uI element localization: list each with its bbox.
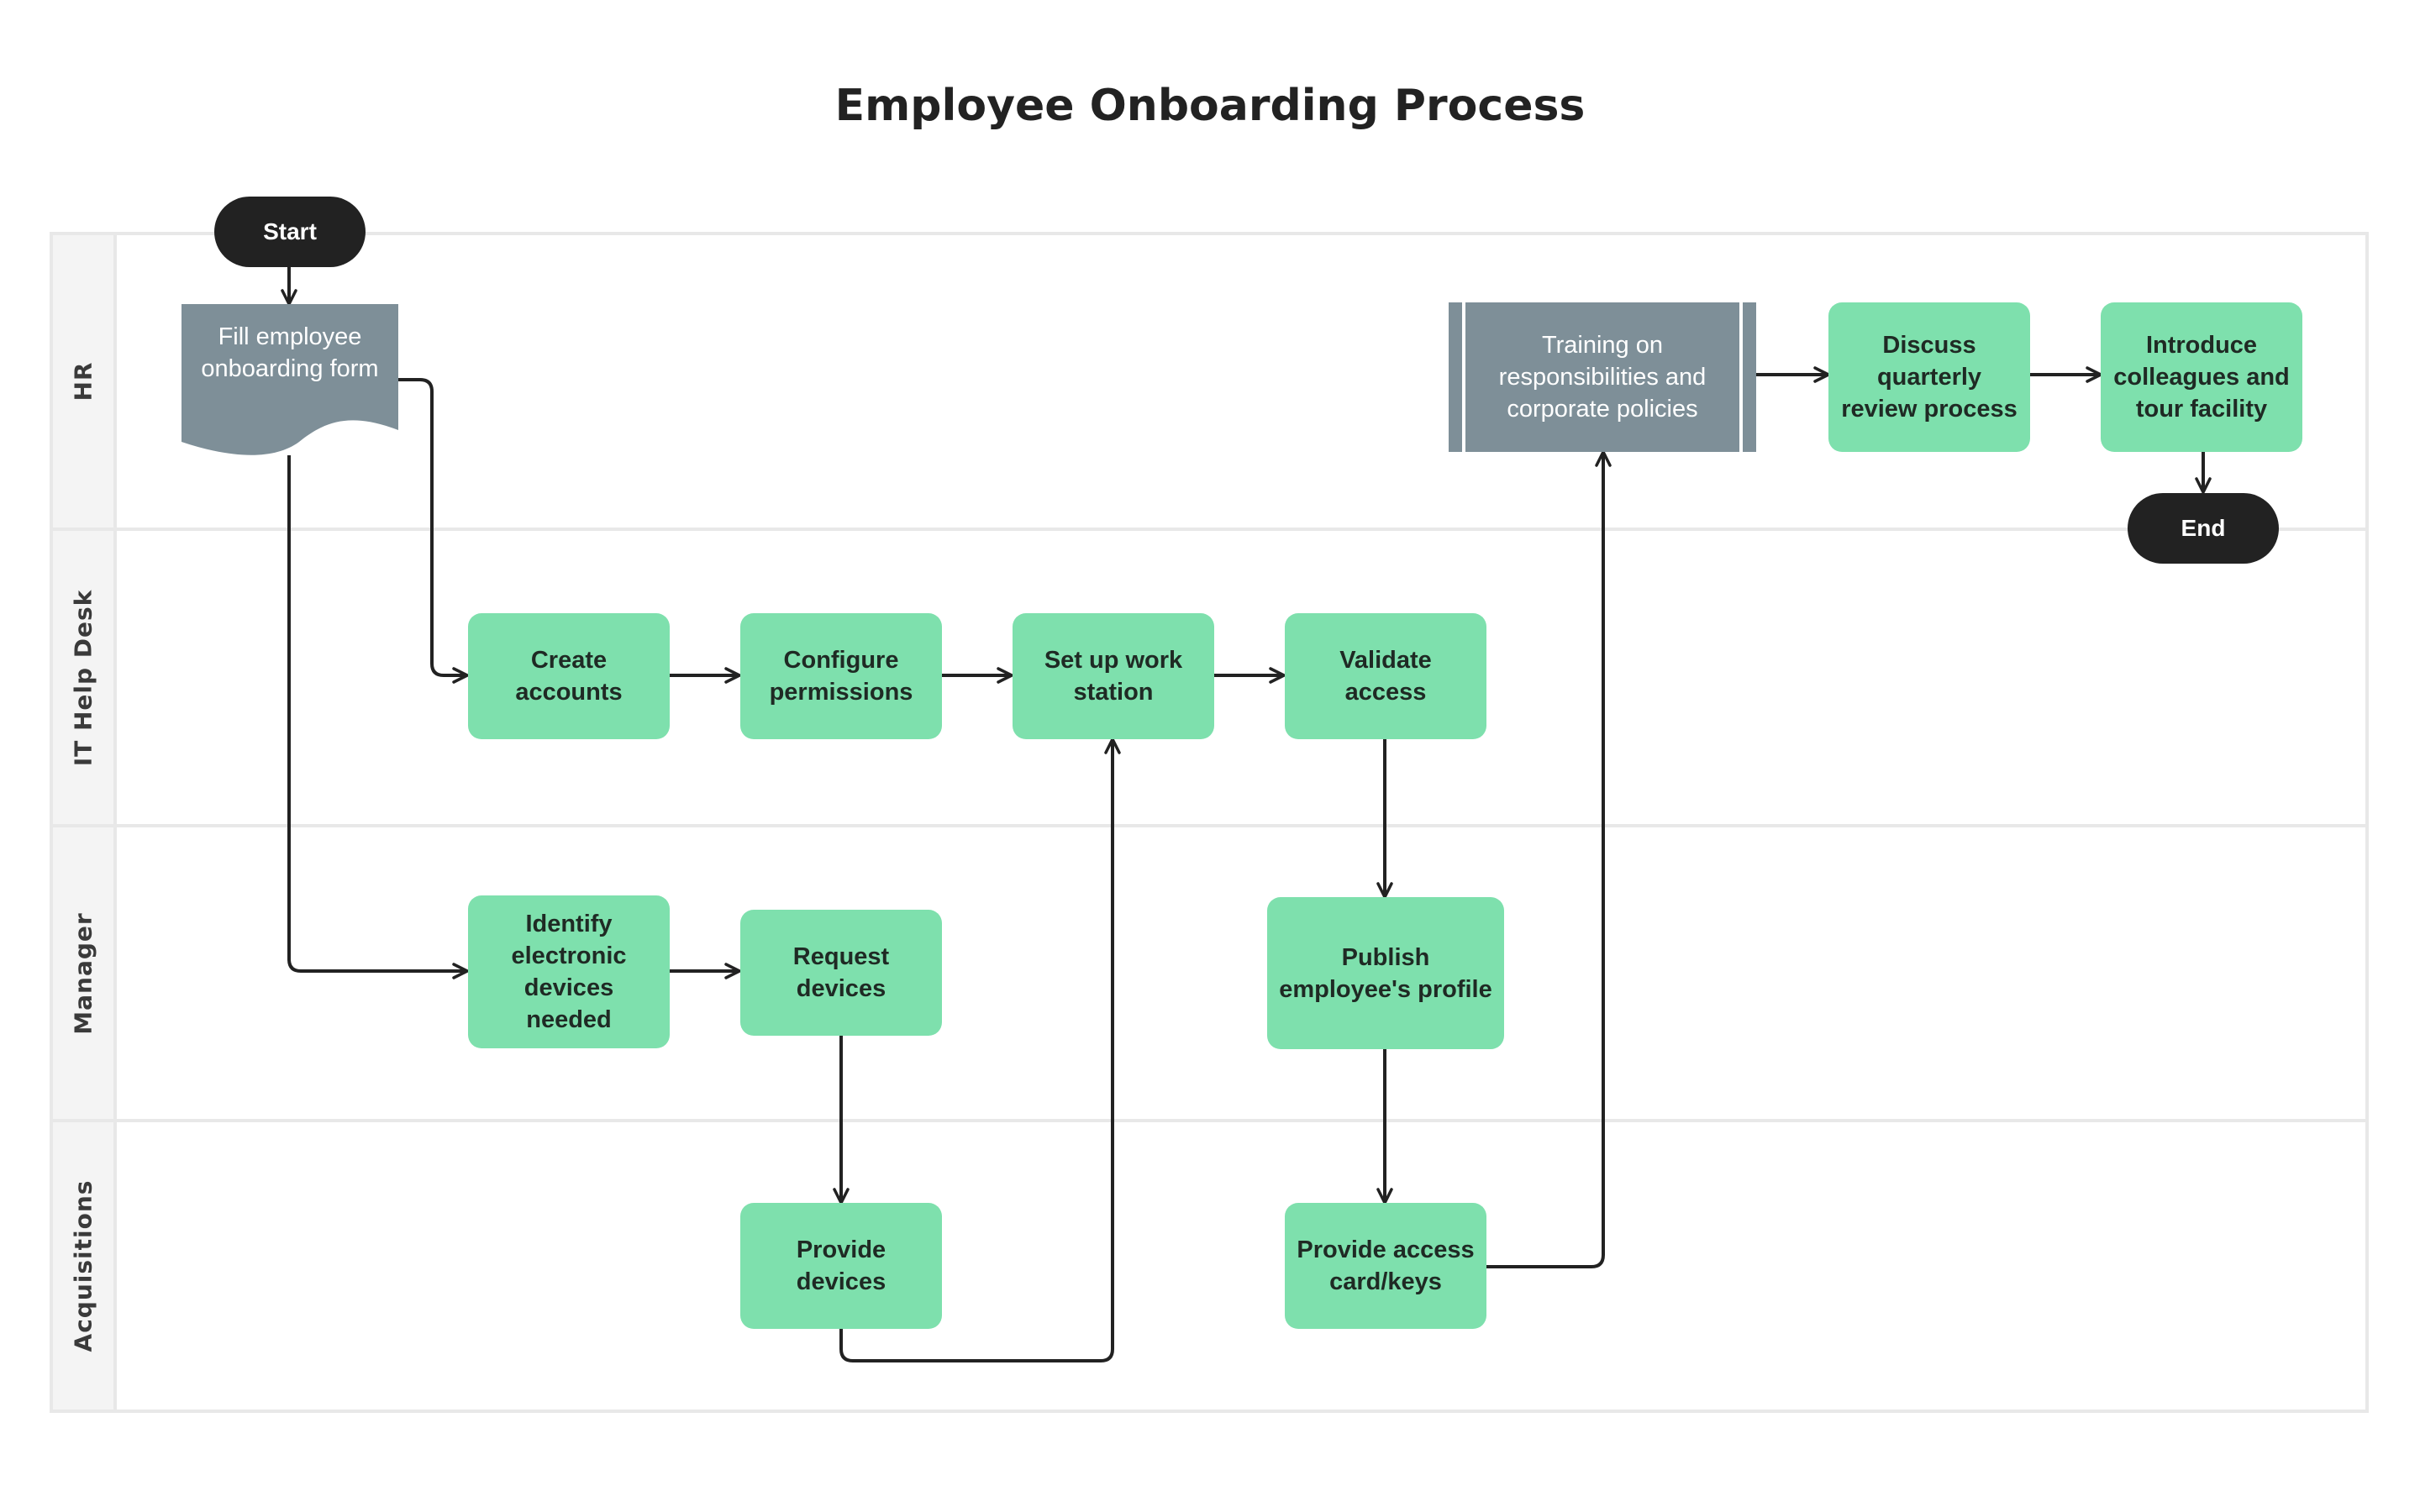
provide-access-card-task[interactable]: Provide access card/keys [1285,1203,1486,1329]
start-label: Start [263,218,317,244]
lane-label-it-help-desk: IT Help Desk [69,589,97,766]
identify-devices-label: Identify electronic devices needed [511,911,627,1033]
lane-manager: Manager [53,827,2365,1119]
discuss-quarterly-review-task[interactable]: Discuss quarterly review process [1828,302,2030,452]
training-label: Training on responsibilities and corpora… [1498,332,1707,423]
end-terminal[interactable]: End [2128,493,2279,564]
lane-header-it-help-desk: IT Help Desk [53,531,117,824]
fill-onboarding-form-document[interactable]: Fill employee onboarding form [182,304,398,457]
introduce-colleagues-label: Introduce colleagues and tour facility [2113,332,2290,423]
request-devices-task[interactable]: Request devices [740,910,942,1036]
provide-devices-task[interactable]: Provide devices [740,1203,942,1329]
set-up-work-station-task[interactable]: Set up work station [1013,613,1214,739]
introduce-colleagues-task[interactable]: Introduce colleagues and tour facility [2101,302,2302,452]
create-accounts-label: Create accounts [515,647,623,706]
identify-devices-task[interactable]: Identify electronic devices needed [468,895,670,1048]
lane-acquisitions: Acquisitions [53,1122,2365,1410]
start-terminal[interactable]: Start [214,197,366,267]
configure-permissions-label: Configure permissions [769,647,913,706]
publish-profile-label: Publish employee's profile [1279,943,1492,1003]
provide-access-card-label: Provide access card/keys [1297,1236,1475,1295]
request-devices-label: Request devices [792,943,890,1002]
fill-onboarding-form-label: Fill employee onboarding form [201,323,379,382]
lane-header-manager: Manager [53,827,117,1119]
validate-access-label: Validate access [1339,647,1432,706]
diagram-title: Employee Onboarding Process [834,81,1586,131]
publish-profile-task[interactable]: Publish employee's profile [1267,897,1504,1049]
discuss-quarterly-review-label: Discuss quarterly review process [1841,332,2018,423]
provide-devices-label: Provide devices [796,1236,886,1295]
lane-header-acquisitions: Acquisitions [53,1122,117,1410]
create-accounts-task[interactable]: Create accounts [468,613,670,739]
lane-label-manager: Manager [69,911,97,1035]
end-label: End [2181,515,2226,541]
set-up-work-station-label: Set up work station [1044,647,1183,706]
lane-label-hr: HR [69,361,97,402]
training-subprocess[interactable]: Training on responsibilities and corpora… [1449,302,1756,452]
lane-label-acquisitions: Acquisitions [69,1179,97,1352]
lane-header-hr: HR [53,235,117,528]
configure-permissions-task[interactable]: Configure permissions [740,613,942,739]
validate-access-task[interactable]: Validate access [1285,613,1486,739]
